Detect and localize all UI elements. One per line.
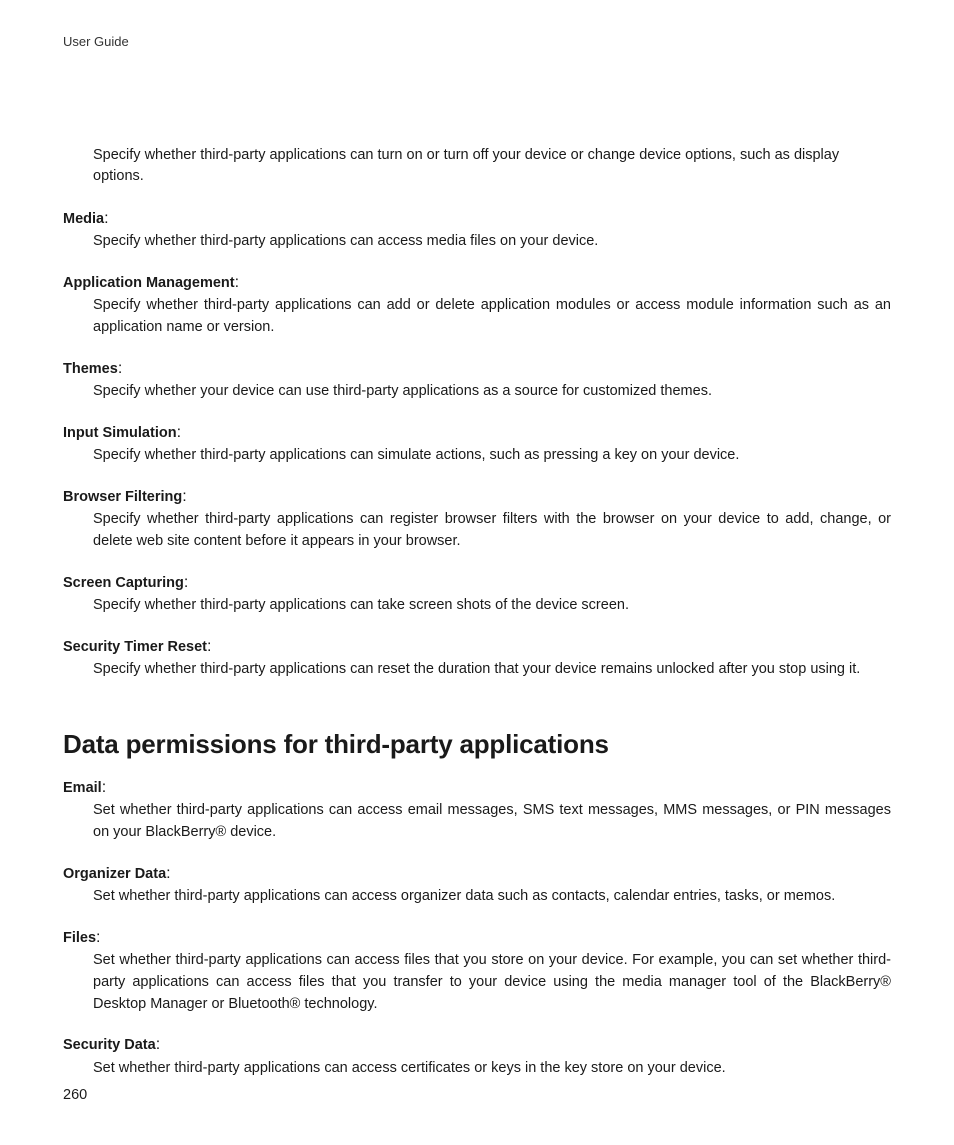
definition-term: Organizer Data (63, 866, 166, 882)
definition-item: Organizer Data: Set whether third-party … (63, 864, 891, 908)
definition-item: Email: Set whether third-party applicati… (63, 778, 891, 844)
definition-item: Files: Set whether third-party applicati… (63, 928, 891, 1016)
colon: : (235, 274, 239, 291)
definition-item: Themes: Specify whether your device can … (63, 359, 891, 403)
definition-desc: Specify whether third-party applications… (93, 659, 891, 681)
colon: : (182, 488, 186, 505)
definition-term: Files (63, 930, 96, 946)
definition-desc: Specify whether your device can use thir… (93, 381, 891, 403)
intro-paragraph: Specify whether third-party applications… (93, 145, 891, 187)
definition-item: Browser Filtering: Specify whether third… (63, 487, 891, 553)
section-heading: Data permissions for third-party applica… (63, 729, 891, 760)
definition-desc: Specify whether third-party applications… (93, 445, 891, 467)
definition-item: Security Timer Reset: Specify whether th… (63, 637, 891, 681)
definition-desc: Set whether third-party applications can… (93, 886, 891, 908)
definition-desc: Set whether third-party applications can… (93, 950, 891, 1015)
definition-desc: Specify whether third-party applications… (93, 509, 891, 553)
definition-term: Screen Capturing (63, 575, 184, 591)
definition-term: Browser Filtering (63, 489, 182, 505)
definition-desc: Set whether third-party applications can… (93, 1058, 891, 1080)
definition-desc: Specify whether third-party applications… (93, 295, 891, 339)
definition-desc: Specify whether third-party applications… (93, 231, 891, 253)
page: User Guide Specify whether third-party a… (0, 0, 954, 1145)
colon: : (207, 638, 211, 655)
colon: : (166, 865, 170, 882)
definition-item: Screen Capturing: Specify whether third-… (63, 573, 891, 617)
definition-term: Security Data (63, 1037, 156, 1053)
definition-item: Media: Specify whether third-party appli… (63, 209, 891, 253)
colon: : (102, 779, 106, 796)
colon: : (156, 1036, 160, 1053)
definition-desc: Set whether third-party applications can… (93, 800, 891, 844)
running-header: User Guide (63, 34, 891, 49)
definition-desc: Specify whether third-party applications… (93, 595, 891, 617)
colon: : (177, 424, 181, 441)
definition-term: Media (63, 211, 104, 227)
definition-item: Application Management: Specify whether … (63, 273, 891, 339)
definition-term: Security Timer Reset (63, 639, 207, 655)
colon: : (96, 929, 100, 946)
colon: : (184, 574, 188, 591)
definition-item: Input Simulation: Specify whether third-… (63, 423, 891, 467)
colon: : (118, 360, 122, 377)
definition-term: Email (63, 780, 102, 796)
definition-term: Themes (63, 361, 118, 377)
definition-term: Application Management (63, 275, 235, 291)
definition-item: Security Data: Set whether third-party a… (63, 1035, 891, 1079)
page-number: 260 (63, 1087, 87, 1103)
definition-term: Input Simulation (63, 425, 177, 441)
colon: : (104, 210, 108, 227)
